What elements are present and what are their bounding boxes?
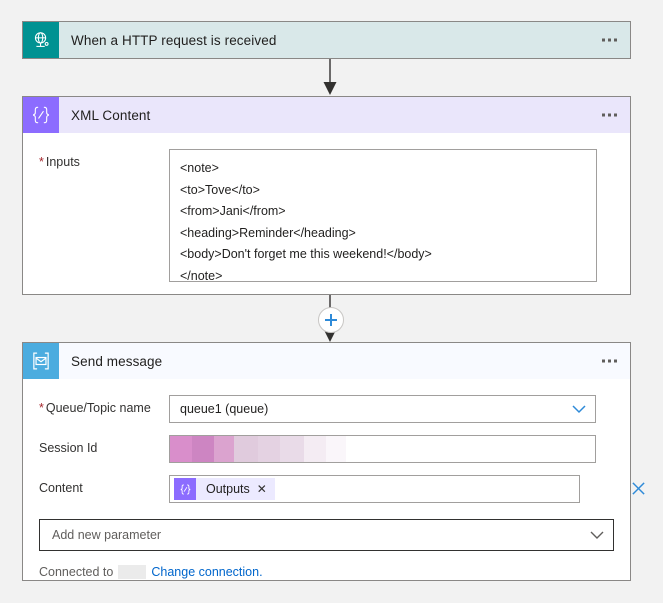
change-connection-link[interactable]: Change connection. xyxy=(151,565,262,579)
redacted-value xyxy=(170,436,346,462)
xml-card-body: * Inputs <note> <to>Tove</to> <from>Jani<… xyxy=(23,133,630,283)
expression-code-icon xyxy=(23,97,59,133)
required-indicator: * xyxy=(39,155,44,169)
connected-to-label: Connected to xyxy=(39,565,114,579)
dot xyxy=(602,113,605,117)
trigger-card-header[interactable]: When a HTTP request is received xyxy=(23,22,630,58)
xml-line: <to>Tove</to> xyxy=(180,182,260,197)
connection-account-redacted xyxy=(118,565,147,579)
xml-card-overflow-menu-button[interactable] xyxy=(599,110,620,121)
content-field-row: Content Outputs ✕ xyxy=(23,463,645,503)
xml-line: </note> xyxy=(180,268,223,283)
dot xyxy=(608,359,611,363)
outputs-token-remove-icon[interactable]: ✕ xyxy=(257,483,275,495)
dot xyxy=(614,113,617,117)
queue-topic-label: * Queue/Topic name xyxy=(39,395,169,415)
add-new-parameter-select[interactable]: Add new parameter xyxy=(39,519,614,551)
expression-code-icon xyxy=(174,478,196,500)
outputs-token-label: Outputs xyxy=(206,482,250,496)
queue-topic-label-text: Queue/Topic name xyxy=(45,401,151,415)
action-card-xml-content[interactable]: XML Content * Inputs <note> <to>Tove</to>… xyxy=(22,96,631,295)
action-card-send-message[interactable]: Send message * Queue/Topic name queue1 (q… xyxy=(22,342,645,581)
chevron-down-icon[interactable] xyxy=(589,527,605,543)
xml-line: <from>Jani</from> xyxy=(180,204,286,218)
add-new-parameter-label: Add new parameter xyxy=(52,528,162,542)
queue-topic-select[interactable]: queue1 (queue) xyxy=(169,395,596,423)
inputs-field-row: * Inputs <note> <to>Tove</to> <from>Jani<… xyxy=(23,133,630,283)
content-input[interactable]: Outputs ✕ xyxy=(169,475,580,503)
xml-line: <body>Don't forget me this weekend!</bod… xyxy=(180,247,432,261)
content-control: Outputs ✕ xyxy=(169,475,645,503)
close-icon[interactable] xyxy=(628,478,648,498)
inputs-label-text: Inputs xyxy=(45,155,80,169)
outputs-token-chip[interactable]: Outputs ✕ xyxy=(174,478,275,500)
queue-topic-field-row: * Queue/Topic name queue1 (queue) xyxy=(23,379,630,423)
queue-topic-value: queue1 (queue) xyxy=(180,402,269,416)
content-label-text: Content xyxy=(39,481,83,495)
session-id-field-row: Session Id xyxy=(23,423,630,463)
required-indicator: * xyxy=(39,401,44,415)
session-id-input[interactable] xyxy=(169,435,596,463)
xml-card-title: XML Content xyxy=(71,107,151,123)
session-id-label: Session Id xyxy=(39,435,169,455)
trigger-card-http-request[interactable]: When a HTTP request is received xyxy=(22,21,631,59)
dot xyxy=(602,359,605,363)
dot xyxy=(614,359,617,363)
trigger-card-title: When a HTTP request is received xyxy=(71,32,277,48)
xml-card-header[interactable]: XML Content xyxy=(23,97,630,133)
session-id-label-text: Session Id xyxy=(39,441,98,455)
dot xyxy=(602,38,605,42)
service-bus-envelope-icon xyxy=(23,343,59,379)
trigger-card-overflow-menu-button[interactable] xyxy=(599,35,620,46)
connection-status-row: Connected to Change connection. xyxy=(23,565,630,579)
dot xyxy=(608,38,611,42)
send-card-body: * Queue/Topic name queue1 (queue) Sessio… xyxy=(23,379,645,579)
http-request-globe-icon xyxy=(23,22,59,58)
send-card-header[interactable]: Send message xyxy=(23,343,630,379)
dot xyxy=(614,38,617,42)
send-card-title: Send message xyxy=(71,353,163,369)
logic-app-designer-canvas: When a HTTP request is received XML Cont… xyxy=(0,0,663,603)
xml-line: <heading>Reminder</heading> xyxy=(180,225,356,240)
session-id-control xyxy=(169,435,614,463)
content-label: Content xyxy=(39,475,169,495)
xml-line: <note> xyxy=(180,161,219,175)
inputs-field-label: * Inputs xyxy=(39,149,169,169)
send-card-overflow-menu-button[interactable] xyxy=(599,356,620,367)
add-new-parameter-wrapper: Add new parameter xyxy=(23,519,630,551)
chevron-down-icon[interactable] xyxy=(571,401,587,417)
inputs-field-control: <note> <to>Tove</to> <from>Jani</from> <… xyxy=(169,149,614,283)
add-step-plus-button[interactable] xyxy=(318,307,344,333)
xml-inputs-editor[interactable]: <note> <to>Tove</to> <from>Jani</from> <… xyxy=(169,149,597,283)
dot xyxy=(608,113,611,117)
queue-topic-control: queue1 (queue) xyxy=(169,395,614,423)
